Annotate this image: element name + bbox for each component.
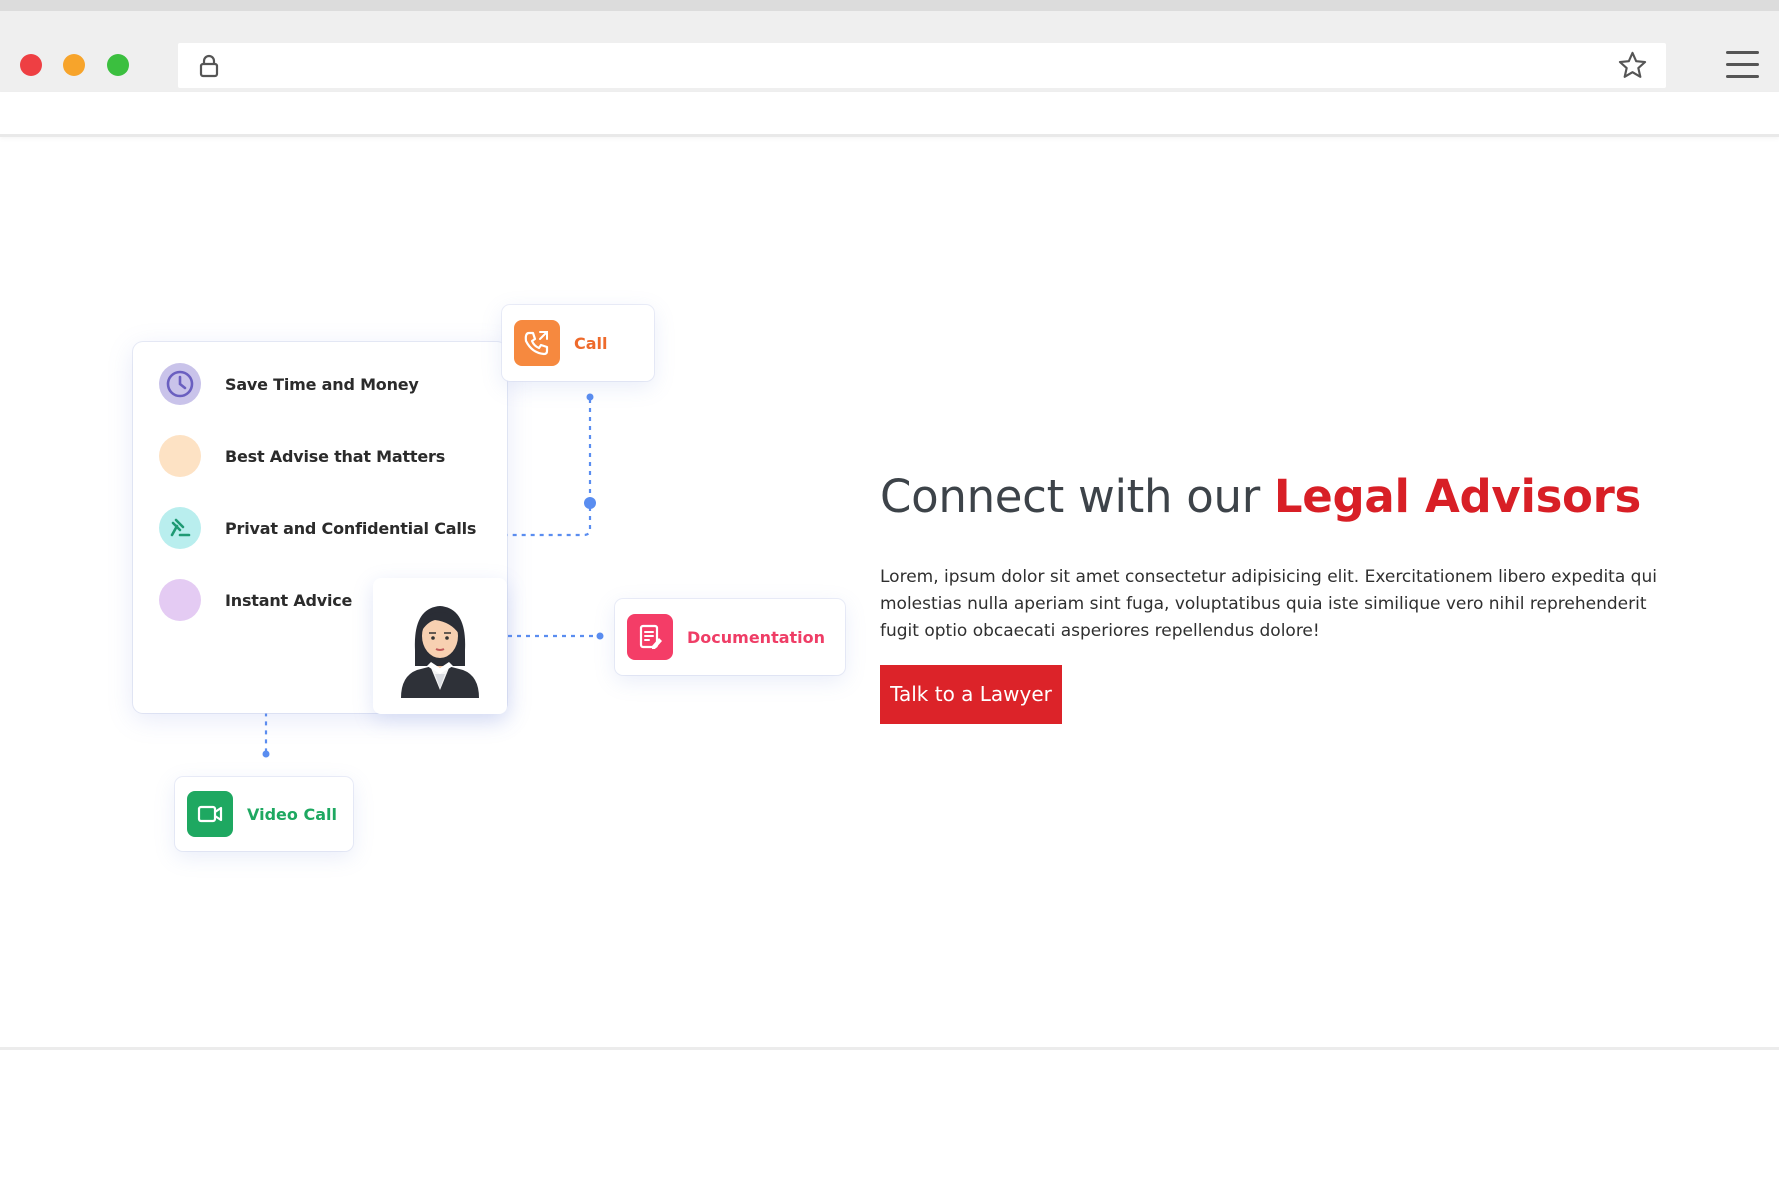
close-window-button[interactable] — [20, 54, 42, 76]
hamburger-menu-icon[interactable] — [1726, 51, 1759, 79]
documentation-action[interactable]: Documentation — [615, 599, 845, 675]
gavel-icon — [159, 507, 201, 549]
hero-title-accent: Legal Advisors — [1273, 470, 1642, 523]
call-label: Call — [574, 334, 608, 353]
site-header-bar — [0, 92, 1779, 137]
minimize-window-button[interactable] — [63, 54, 85, 76]
documentation-label: Documentation — [687, 628, 826, 647]
browser-toolbar — [0, 11, 1779, 92]
document-edit-icon — [627, 614, 673, 660]
feature-label: Save Time and Money — [225, 375, 419, 394]
window-top-strip — [0, 0, 1779, 11]
lock-icon — [199, 54, 219, 78]
video-call-action[interactable]: Video Call — [175, 777, 353, 851]
feature-label: Privat and Confidential Calls — [225, 519, 477, 538]
hero-title-plain: Connect with our — [880, 470, 1274, 523]
talk-to-lawyer-button[interactable]: Talk to a Lawyer — [880, 665, 1062, 724]
phone-icon — [514, 320, 560, 366]
star-icon[interactable] — [1617, 50, 1648, 81]
call-action[interactable]: Call — [502, 305, 654, 381]
circle-icon — [159, 579, 201, 621]
feature-label: Instant Advice — [225, 591, 353, 610]
lawyer-avatar — [401, 606, 479, 698]
lawyer-avatar-card — [373, 578, 507, 714]
address-bar[interactable] — [178, 43, 1666, 88]
feature-label: Best Advise that Matters — [225, 447, 446, 466]
video-camera-icon — [187, 791, 233, 837]
section-divider — [0, 1047, 1779, 1050]
video-call-label: Video Call — [247, 805, 337, 824]
maximize-window-button[interactable] — [107, 54, 129, 76]
hero-title: Connect with our Legal Advisors — [880, 470, 1641, 523]
circle-icon — [159, 435, 201, 477]
clock-icon — [159, 363, 201, 405]
hero-description: Lorem, ipsum dolor sit amet consectetur … — [880, 567, 1657, 641]
